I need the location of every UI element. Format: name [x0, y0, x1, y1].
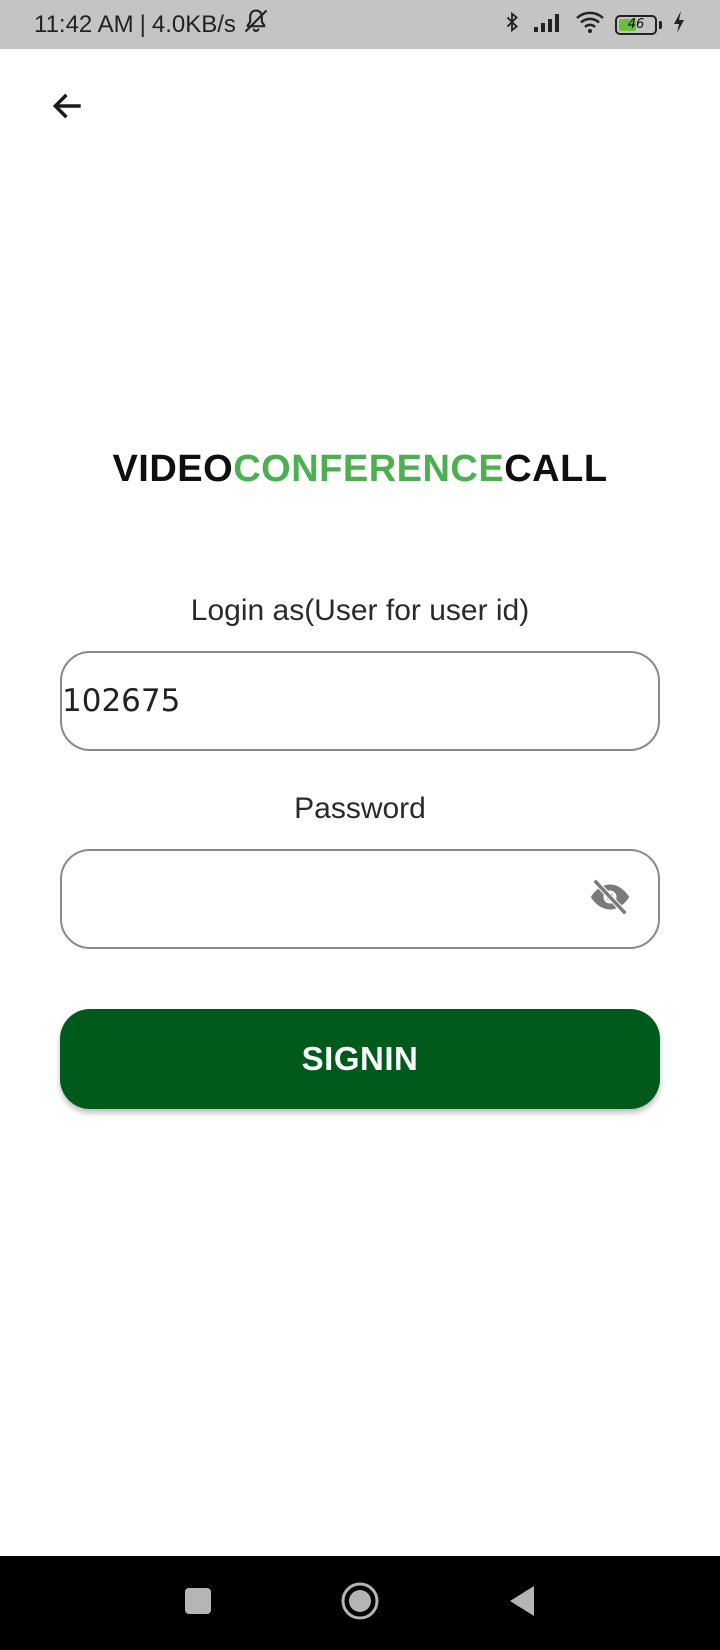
circle-icon [340, 1581, 380, 1626]
status-right: 46 [501, 9, 686, 40]
arrow-left-icon [49, 87, 87, 130]
user-id-field[interactable] [60, 651, 660, 751]
title-part-conference: CONFERENCE [233, 448, 505, 490]
signin-button[interactable]: SIGNIN [60, 1009, 660, 1109]
nav-recents-button[interactable] [176, 1581, 220, 1625]
password-visibility-toggle[interactable] [586, 875, 634, 923]
status-network-speed: 4.0KB/s [151, 10, 236, 38]
status-separator: | [139, 10, 146, 38]
status-time: 11:42 AM [34, 10, 134, 38]
navigation-bar [0, 1556, 720, 1650]
title-part-call: CALL [504, 448, 608, 490]
password-field[interactable] [60, 849, 660, 949]
status-left: 11:42 AM | 4.0KB/s [34, 7, 270, 42]
bluetooth-icon [501, 9, 523, 40]
signal-icon [533, 10, 565, 39]
battery-icon: 46 [615, 14, 657, 35]
status-bar: 11:42 AM | 4.0KB/s 46 [0, 0, 720, 49]
login-label: Login as(User for user id) [190, 594, 530, 627]
charging-icon [672, 10, 686, 39]
user-id-input[interactable] [62, 653, 658, 749]
back-button[interactable] [44, 84, 92, 132]
triangle-back-icon [507, 1584, 537, 1623]
eye-off-icon [587, 874, 633, 925]
app-title: VIDEOCONFERENCECALL [0, 448, 720, 491]
battery-level: 46 [627, 17, 645, 32]
password-input[interactable] [62, 851, 658, 947]
muted-bell-icon [242, 7, 270, 42]
login-screen: 11:42 AM | 4.0KB/s 46 VIDEOCONFERENCECAL… [0, 0, 720, 1650]
square-icon [183, 1586, 213, 1621]
nav-home-button[interactable] [338, 1581, 382, 1625]
title-part-video: VIDEO [112, 448, 234, 490]
battery-cap [659, 20, 662, 29]
nav-back-button[interactable] [500, 1581, 544, 1625]
wifi-icon [575, 10, 605, 39]
password-label: Password [294, 792, 426, 825]
